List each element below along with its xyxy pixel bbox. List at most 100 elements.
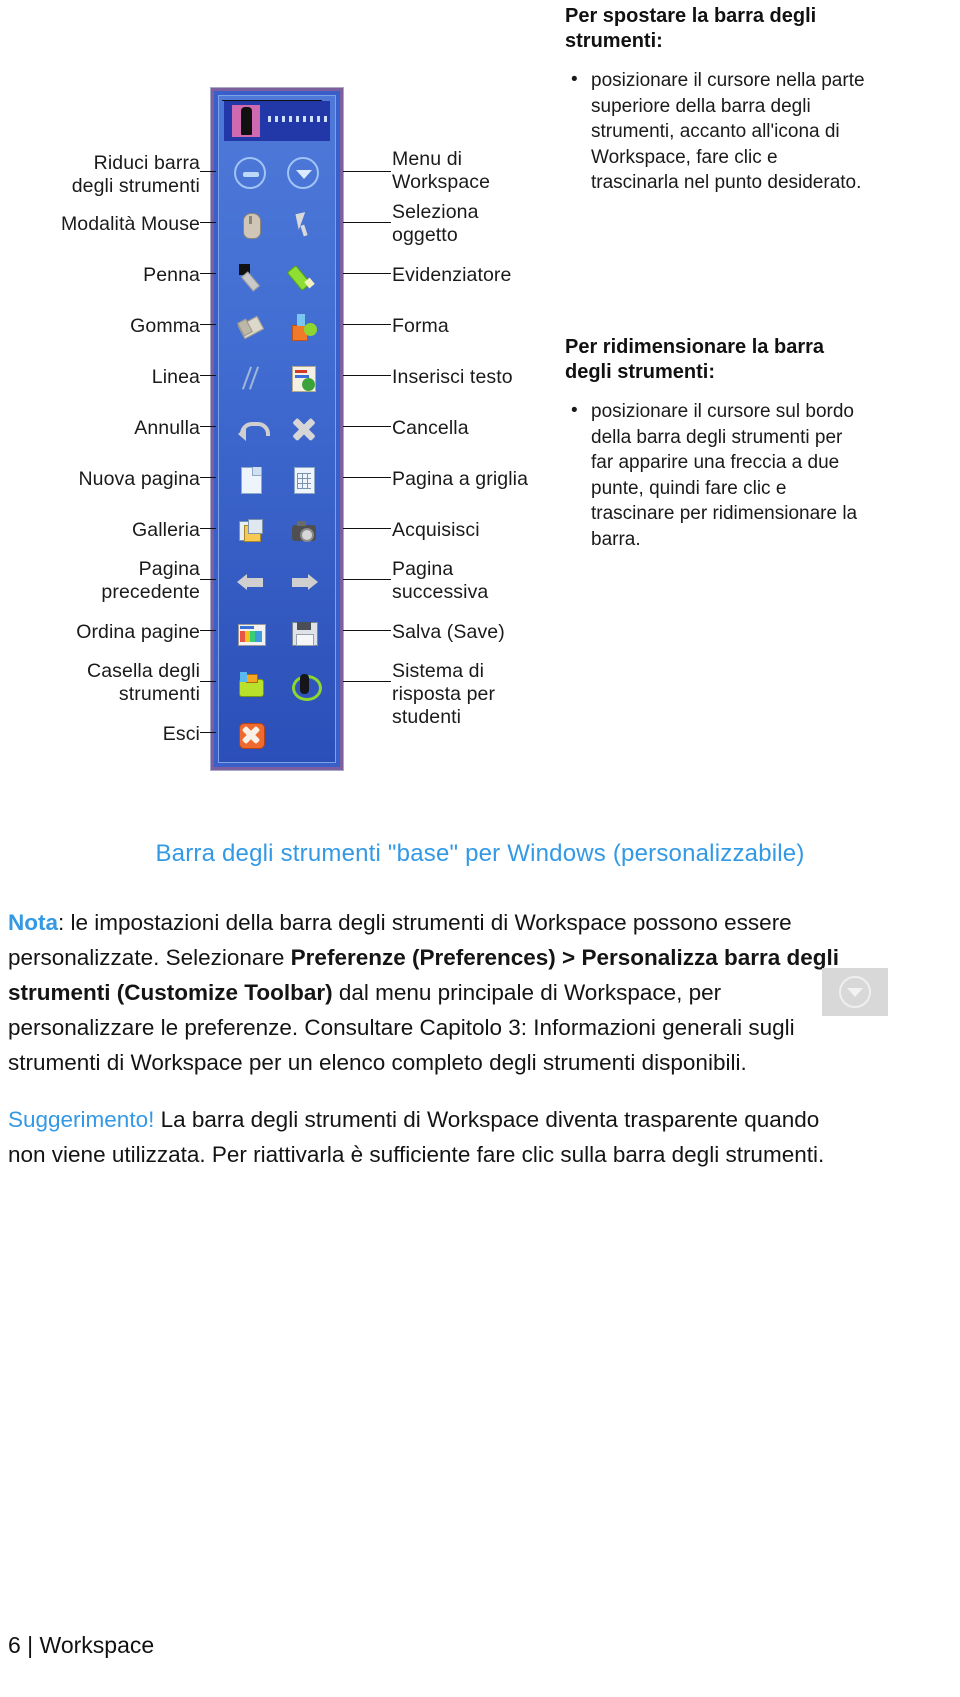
pen-icon[interactable] [236,261,266,292]
leader-line [343,680,391,682]
tip-keyword: Suggerimento! [8,1107,155,1132]
figure-caption: Barra degli strumenti "base" per Windows… [155,840,805,867]
callout-label: Casella degli strumenti [87,659,200,705]
leader-line [343,425,391,427]
icon-part [294,374,309,378]
toolbox-icon[interactable] [236,669,266,699]
capture-icon[interactable] [289,516,319,546]
workspace-toolbar-graphic [211,88,343,770]
leader-line [200,680,216,682]
exit-icon[interactable] [236,720,266,750]
callout-title: Per ridimensionare la barra degli strume… [565,336,825,383]
callout-label: Modalità Mouse [60,212,200,235]
toolbar-slot [234,463,268,497]
collapse-toolbar-icon[interactable] [233,156,266,189]
callout-label: Menu di Workspace [392,147,491,193]
toolbar-slot [287,412,321,446]
delete-icon[interactable] [289,414,319,444]
callout-label: Pagina successiva [392,557,489,603]
callout-label: Pagina a griglia [392,467,529,490]
toolbar-slot [287,718,321,752]
callout-label: Riduci barra degli strumenti [71,151,200,197]
callout-move-toolbar: Per spostare la barra degli strumenti: p… [565,4,865,196]
callout-label: Pagina precedente [101,557,200,603]
icon-part [239,625,254,629]
icon-part [237,426,246,441]
callout-label: Inserisci testo [392,365,513,388]
toolbar-slot [234,412,270,446]
leader-line [200,527,216,529]
callout-label: Acquisisci [392,518,480,541]
collapse-badge-icon [822,968,888,1016]
callout-bullet-list: posizionare il cursore nella parte super… [565,67,865,196]
leader-line [343,272,391,274]
icon-part [299,673,309,694]
leader-line [200,221,216,223]
toolbar-slot [286,156,321,191]
eraser-icon[interactable] [236,312,266,342]
icon-part [307,573,318,590]
undo-icon[interactable] [236,414,270,444]
shape-icon[interactable] [289,312,319,342]
leader-line [343,629,391,631]
toolbar-slot [287,514,321,548]
gallery-icon[interactable] [236,516,266,546]
leader-line [200,170,216,172]
minus-glyph [242,171,259,177]
icon-part [248,215,252,224]
callout-label: Salva (Save) [392,620,505,643]
callout-label: Penna [143,263,200,286]
list-item: posizionare il cursore nella parte super… [565,67,865,196]
toolbar-icon-grid [224,148,330,760]
new-page-icon[interactable] [236,465,266,495]
leader-line [200,272,216,274]
select-object-icon[interactable] [289,210,319,240]
icon-part [239,630,262,642]
icon-part [301,377,315,391]
toolbar-slot [233,156,268,191]
leader-line [343,527,391,529]
list-item: posizionare il cursore sul bordo della b… [565,398,865,552]
callout-resize-toolbar: Per ridimensionare la barra degli strume… [565,335,865,552]
page-footer: 6 | Workspace [8,1632,155,1658]
grid-page-icon[interactable] [289,465,319,495]
toolbar-slot [234,259,268,293]
icon-part [242,212,261,239]
icon-part [245,673,258,683]
leader-line [343,476,391,478]
workspace-menu-icon[interactable] [286,156,319,189]
callout-label: Seleziona oggetto [392,200,479,246]
icon-part [236,573,247,590]
line-icon[interactable] [236,363,266,393]
save-icon[interactable] [289,618,319,648]
tip-paragraph: Suggerimento! La barra degli strumenti d… [8,1102,858,1172]
leader-line [200,425,216,427]
toolbar-slot [287,667,322,701]
callout-label: Evidenziatore [392,263,512,286]
callout-label: Nuova pagina [78,467,200,490]
icon-part [296,313,305,326]
icon-part [299,527,314,542]
toolbar-slot [234,514,268,548]
toolbar-slot [234,667,268,701]
toolbar-slot [287,310,321,344]
previous-page-icon[interactable] [236,567,266,597]
note-paragraph: Nota: le impostazioni della barra degli … [8,905,858,1080]
student-response-system-icon[interactable] [289,669,322,701]
icon-part [294,369,307,373]
insert-text-icon[interactable] [289,363,319,393]
toolbar-slot [287,616,321,650]
leader-line [200,629,216,631]
leader-line [343,578,391,580]
workspace-logo-icon [232,105,260,137]
sort-pages-icon[interactable] [236,618,266,648]
next-page-icon[interactable] [289,567,319,597]
mouse-mode-icon[interactable] [236,210,266,240]
toolbar-slot [234,565,268,599]
collapse-badge-ring [839,976,871,1008]
callout-label: Sistema di risposta per studenti [392,659,496,728]
leader-line [200,374,216,376]
toolbar-diagram: Riduci barra degli strumenti Modalità Mou… [0,0,960,820]
highlighter-icon[interactable] [286,261,319,291]
toolbar-inner-panel [218,95,336,763]
